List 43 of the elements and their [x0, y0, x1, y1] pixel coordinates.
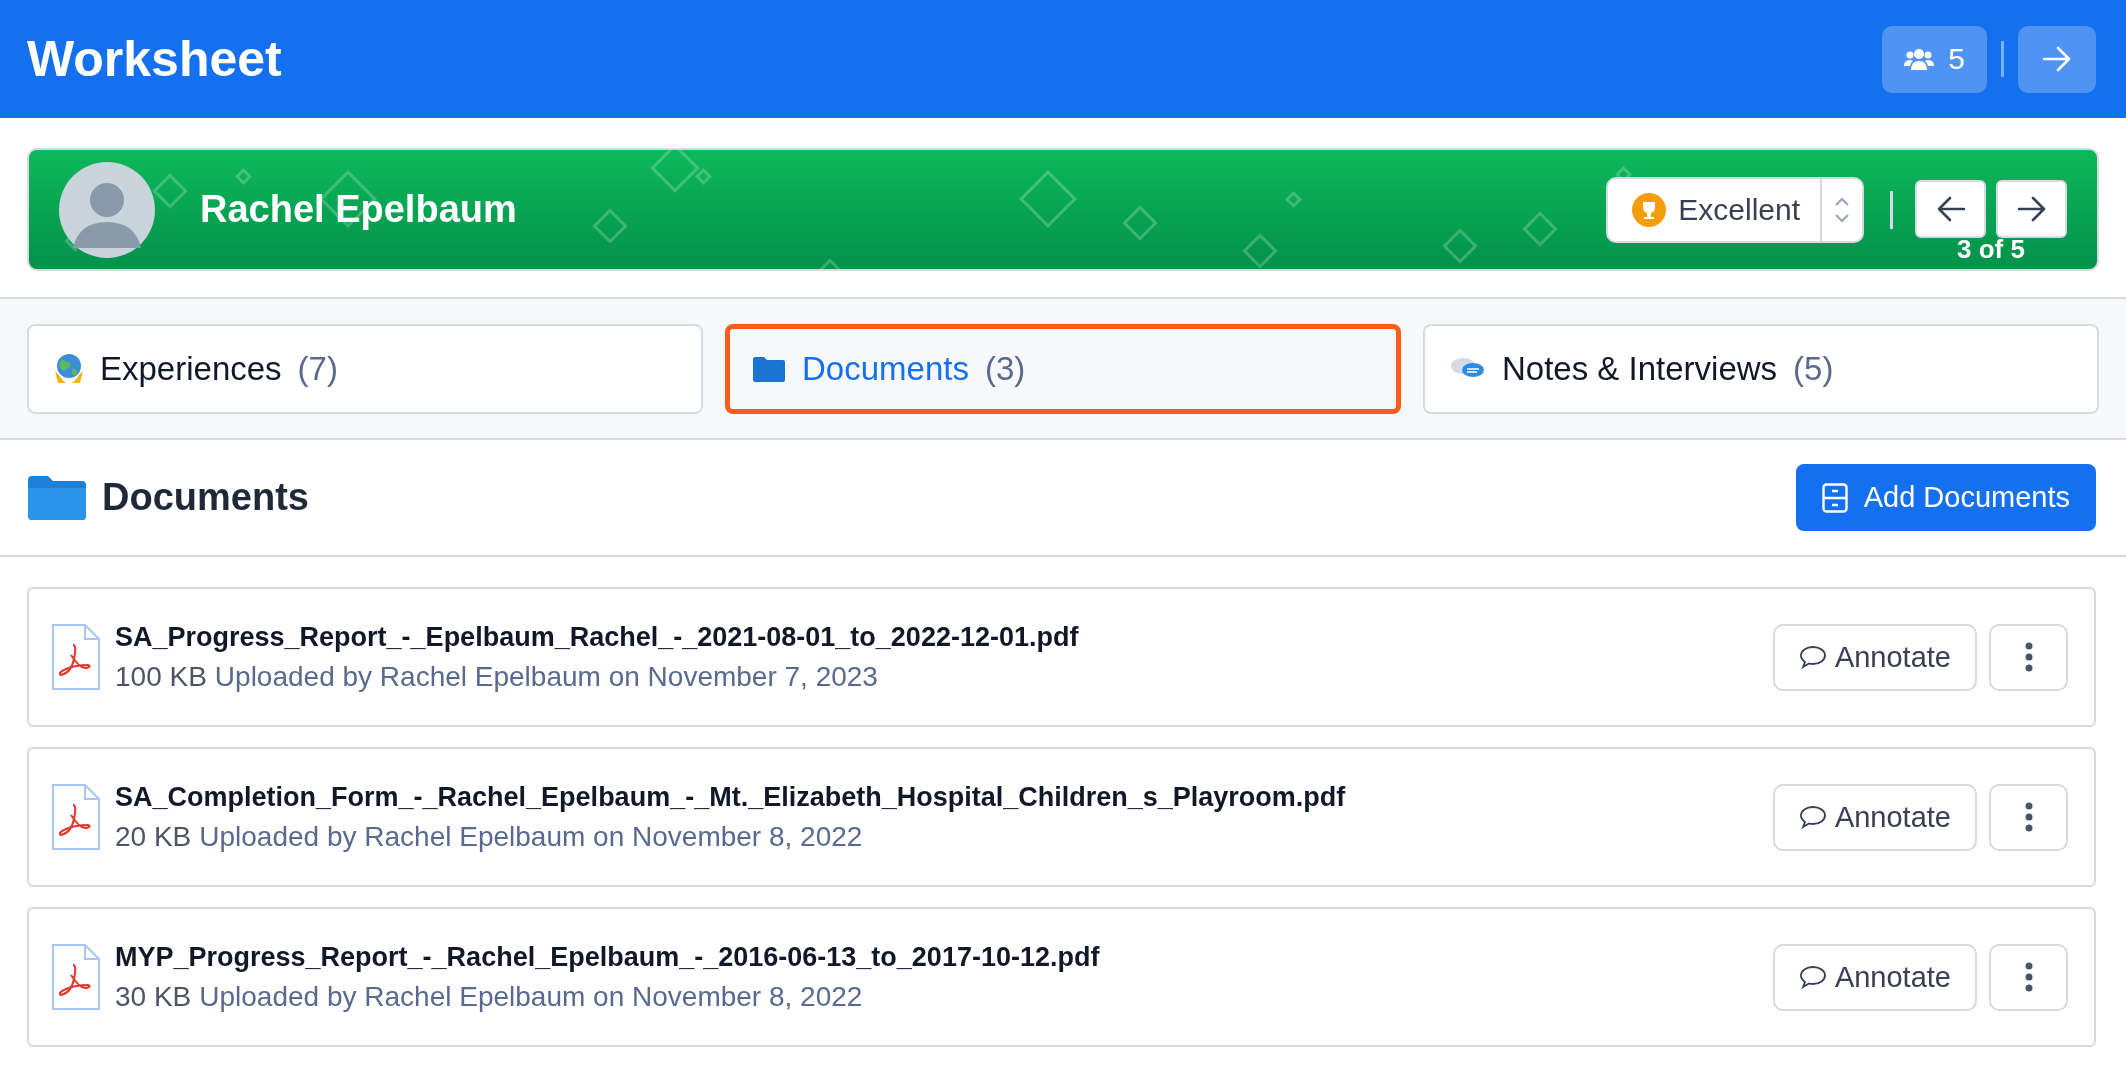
annotate-button[interactable]: Annotate: [1772, 783, 1977, 851]
people-icon: [1904, 48, 1935, 70]
next-student-button[interactable]: [1996, 180, 2067, 238]
arrow-left-icon: [1935, 196, 1966, 222]
previous-student-button[interactable]: [1915, 180, 1986, 238]
speech-bubble-icon: [1798, 805, 1827, 829]
kebab-menu-icon: [2024, 802, 2033, 832]
section-title: Documents: [102, 476, 310, 519]
rating-select[interactable]: Excellent: [1606, 176, 1864, 243]
folder-icon: [28, 475, 86, 520]
annotate-button[interactable]: Annotate: [1772, 623, 1977, 691]
upload-info: Uploaded by Rachel Epelbaum on November 7, 2023: [214, 660, 878, 693]
speech-bubble-icon: [1798, 965, 1827, 989]
document-filename[interactable]: MYP_Progress_Report_-_Rachel_Epelbaum_-_2016-06-13_to_2017-10-12.pdf: [115, 941, 1773, 973]
up-down-chevron-icon: [1834, 195, 1850, 224]
document-filename[interactable]: SA_Progress_Report_-_Epelbaum_Rachel_-_2021-08-01_to_2022-12-01.pdf: [115, 621, 1773, 653]
arrow-right-icon: [2016, 196, 2047, 222]
page-title: Worksheet: [27, 30, 283, 88]
pdf-file-icon: [51, 623, 101, 691]
file-size: 20 KB: [115, 820, 192, 853]
upload-info: Uploaded by Rachel Epelbaum on November 8, 2022: [199, 820, 863, 853]
student-name: Rachel Epelbaum: [200, 188, 518, 231]
tab[interactable]: Notes & Interviews (5): [1423, 324, 2099, 414]
globe-in-hands-icon: [54, 353, 84, 385]
arrow-right-icon: [2042, 46, 2072, 72]
forward-button[interactable]: [2018, 25, 2096, 93]
folder-icon: [752, 356, 786, 382]
annotate-button[interactable]: Annotate: [1772, 943, 1977, 1011]
file-cabinet-icon: [1821, 482, 1848, 513]
trophy-icon: [1632, 192, 1667, 227]
speech-bubble-icon: [1798, 645, 1827, 669]
pdf-file-icon: [51, 783, 101, 851]
file-size: 30 KB: [115, 980, 192, 1013]
pdf-file-icon: [51, 943, 101, 1011]
student-position: 3 of 5: [1957, 234, 2025, 265]
add-documents-button[interactable]: Add Documents: [1795, 464, 2096, 531]
upload-info: Uploaded by Rachel Epelbaum on November 8, 2022: [199, 980, 863, 1013]
file-size: 100 KB: [115, 660, 207, 693]
kebab-menu-icon: [2024, 962, 2033, 992]
document-filename[interactable]: SA_Completion_Form_-_Rachel_Epelbaum_-_Mt._Elizabeth_Hospital_Children_s_Playroom.pdf: [115, 781, 1773, 813]
tab[interactable]: Documents (3): [725, 324, 1401, 414]
tab[interactable]: Experiences (7): [27, 324, 703, 414]
kebab-menu-icon: [2024, 642, 2033, 672]
